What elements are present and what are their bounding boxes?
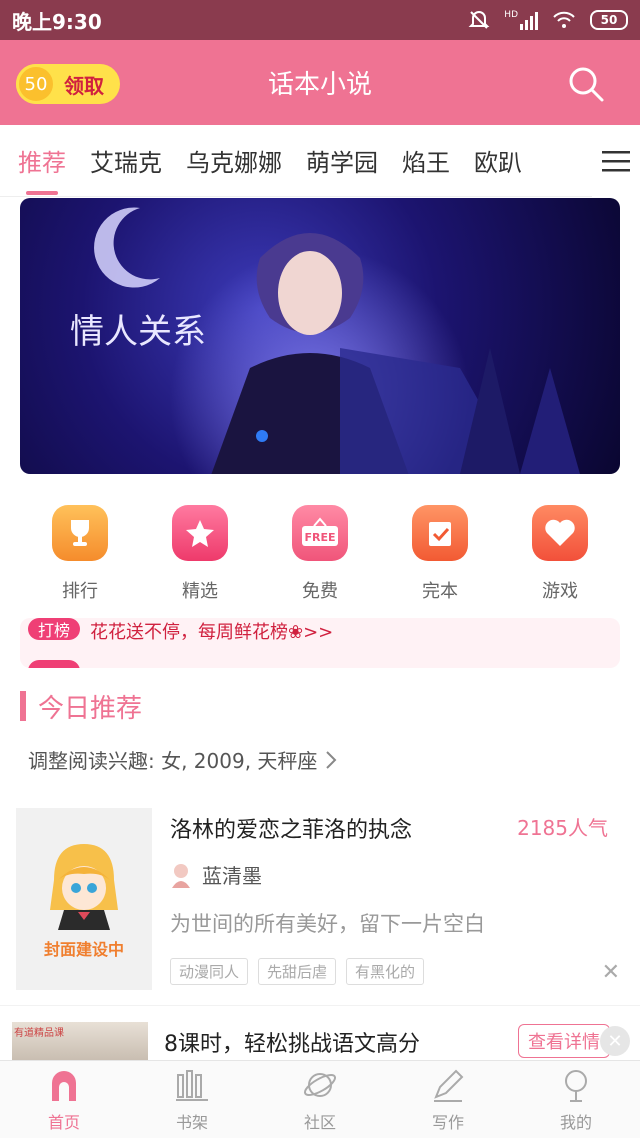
book-tags: 动漫同人 先甜后虐 有黑化的 xyxy=(170,958,425,985)
wifi-icon xyxy=(553,11,575,28)
profile-icon xyxy=(565,1070,587,1102)
book-tag[interactable]: 有黑化的 xyxy=(346,958,425,985)
bottom-nav-profile[interactable]: 我的 xyxy=(512,1061,640,1138)
tab-oupa[interactable]: 欧趴 xyxy=(474,125,522,197)
claim-coins-button[interactable]: 50 领取 xyxy=(16,64,120,104)
free-sign-icon: FREE xyxy=(292,505,348,561)
tabs-menu-button[interactable] xyxy=(592,125,640,197)
heart-icon xyxy=(532,505,588,561)
book-tag[interactable]: 先甜后虐 xyxy=(258,958,337,985)
trophy-icon xyxy=(52,505,108,561)
nav-featured-label: 精选 xyxy=(182,581,218,602)
app-header: 50 领取 话本小说 xyxy=(0,40,640,125)
pencil-icon xyxy=(434,1069,464,1102)
section-header: 今日推荐 xyxy=(20,688,142,724)
search-icon[interactable] xyxy=(566,64,606,104)
bottom-nav-write-label: 写作 xyxy=(431,1113,464,1132)
app-title: 话本小说 xyxy=(267,70,372,100)
banner-page-indicator xyxy=(256,430,268,442)
signal-icon: HD xyxy=(504,10,538,30)
nav-games[interactable]: 游戏 xyxy=(510,505,610,605)
svg-text:FREE: FREE xyxy=(304,531,335,544)
star-icon xyxy=(172,505,228,561)
signal-hd-label: HD xyxy=(504,10,518,20)
bottom-nav-home-label: 首页 xyxy=(47,1113,80,1132)
claim-label: 领取 xyxy=(64,73,104,98)
banner-decor-text: 情人关系 xyxy=(70,312,206,352)
ad-view-details-button[interactable]: 查看详情 xyxy=(518,1024,610,1058)
nav-games-label: 游戏 xyxy=(542,581,578,602)
bookshelf-icon xyxy=(176,1070,208,1101)
cover-placeholder-text: 封面建设中 xyxy=(43,940,124,959)
author-row[interactable]: 蓝清墨 xyxy=(170,860,262,889)
notice-tag-next xyxy=(28,660,80,668)
bottom-nav-write[interactable]: 写作 xyxy=(384,1061,512,1138)
status-icons: HD 50 xyxy=(468,9,628,31)
ad-row[interactable]: 有道精品课 8课时，轻松挑战语文高分 查看详情 ✕ xyxy=(0,1005,640,1060)
status-time: 晚上9:30 xyxy=(12,9,102,34)
featured-banner[interactable]: 情人关系 xyxy=(20,198,620,474)
bottom-nav-community-label: 社区 xyxy=(303,1113,336,1132)
reading-interest-text: 调整阅读兴趣: 女, 2009, 天秤座 xyxy=(28,749,318,773)
mute-bell-icon xyxy=(468,11,490,29)
bottom-nav-home[interactable]: 首页 xyxy=(0,1061,128,1138)
notice-marquee[interactable]: 打榜 花花送不停，每周鲜花榜❀>> xyxy=(20,618,620,668)
check-doc-icon xyxy=(412,505,468,561)
quick-nav: 排行 精选 FREE 免费 完本 游戏 xyxy=(0,505,640,605)
nav-ranking[interactable]: 排行 xyxy=(30,505,130,605)
home-icon xyxy=(52,1071,76,1101)
ad-title[interactable]: 8课时，轻松挑战语文高分 xyxy=(164,1026,420,1058)
book-title[interactable]: 洛林的爱恋之菲洛的执念 xyxy=(170,812,412,844)
ad-badge: 有道精品课 xyxy=(14,1028,64,1039)
reading-interest-link[interactable]: 调整阅读兴趣: 女, 2009, 天秤座 xyxy=(28,745,337,774)
nav-free-label: 免费 xyxy=(302,581,338,602)
chevron-right-icon xyxy=(326,750,337,769)
status-bar: 晚上9:30 HD 50 xyxy=(0,0,640,40)
tab-ukenana[interactable]: 乌克娜娜 xyxy=(186,125,282,197)
planet-icon xyxy=(303,1073,337,1097)
nav-free[interactable]: FREE 免费 xyxy=(270,505,370,605)
section-bar xyxy=(20,691,26,721)
book-popularity: 2185人气 xyxy=(517,816,608,840)
category-tabs: 推荐 艾瑞克 乌克娜娜 萌学园 焰王 欧趴 xyxy=(0,125,640,197)
coin-icon: 50 xyxy=(16,64,56,104)
author-avatar xyxy=(172,863,190,888)
bottom-nav: 首页 书架 社区 写作 我的 xyxy=(0,1060,640,1138)
tab-mengxueyuan[interactable]: 萌学园 xyxy=(306,125,378,197)
cover-placeholder-illustration xyxy=(50,844,118,930)
nav-completed-label: 完本 xyxy=(422,581,458,602)
nav-featured[interactable]: 精选 xyxy=(150,505,250,605)
menu-icon xyxy=(602,151,630,172)
bottom-nav-bookshelf-label: 书架 xyxy=(175,1113,208,1132)
nav-ranking-label: 排行 xyxy=(62,581,98,602)
bottom-nav-profile-label: 我的 xyxy=(559,1113,592,1132)
bottom-nav-community[interactable]: 社区 xyxy=(256,1061,384,1138)
tab-eric[interactable]: 艾瑞克 xyxy=(90,125,162,197)
section-title: 今日推荐 xyxy=(38,693,143,724)
book-description: 为世间的所有美好，留下一片空白 xyxy=(170,912,485,936)
nav-completed[interactable]: 完本 xyxy=(390,505,490,605)
book-tag[interactable]: 动漫同人 xyxy=(170,958,249,985)
author-name: 蓝清墨 xyxy=(202,864,262,888)
notice-text[interactable]: 花花送不停，每周鲜花榜❀>> xyxy=(90,618,333,644)
bottom-nav-bookshelf[interactable]: 书架 xyxy=(128,1061,256,1138)
banner-artwork: 情人关系 xyxy=(70,207,580,474)
tab-recommend[interactable]: 推荐 xyxy=(18,125,66,197)
tab-yanwang[interactable]: 焰王 xyxy=(402,125,450,197)
notice-tag: 打榜 xyxy=(28,618,80,640)
close-icon[interactable]: ✕ xyxy=(602,960,620,985)
battery-indicator: 50 xyxy=(590,10,628,30)
book-card[interactable]: 封面建设中 洛林的爱恋之菲洛的执念 2185人气 蓝清墨 为世间的所有美好，留下… xyxy=(16,808,624,992)
book-cover[interactable]: 封面建设中 xyxy=(16,808,152,990)
ad-close-icon[interactable]: ✕ xyxy=(600,1026,630,1056)
